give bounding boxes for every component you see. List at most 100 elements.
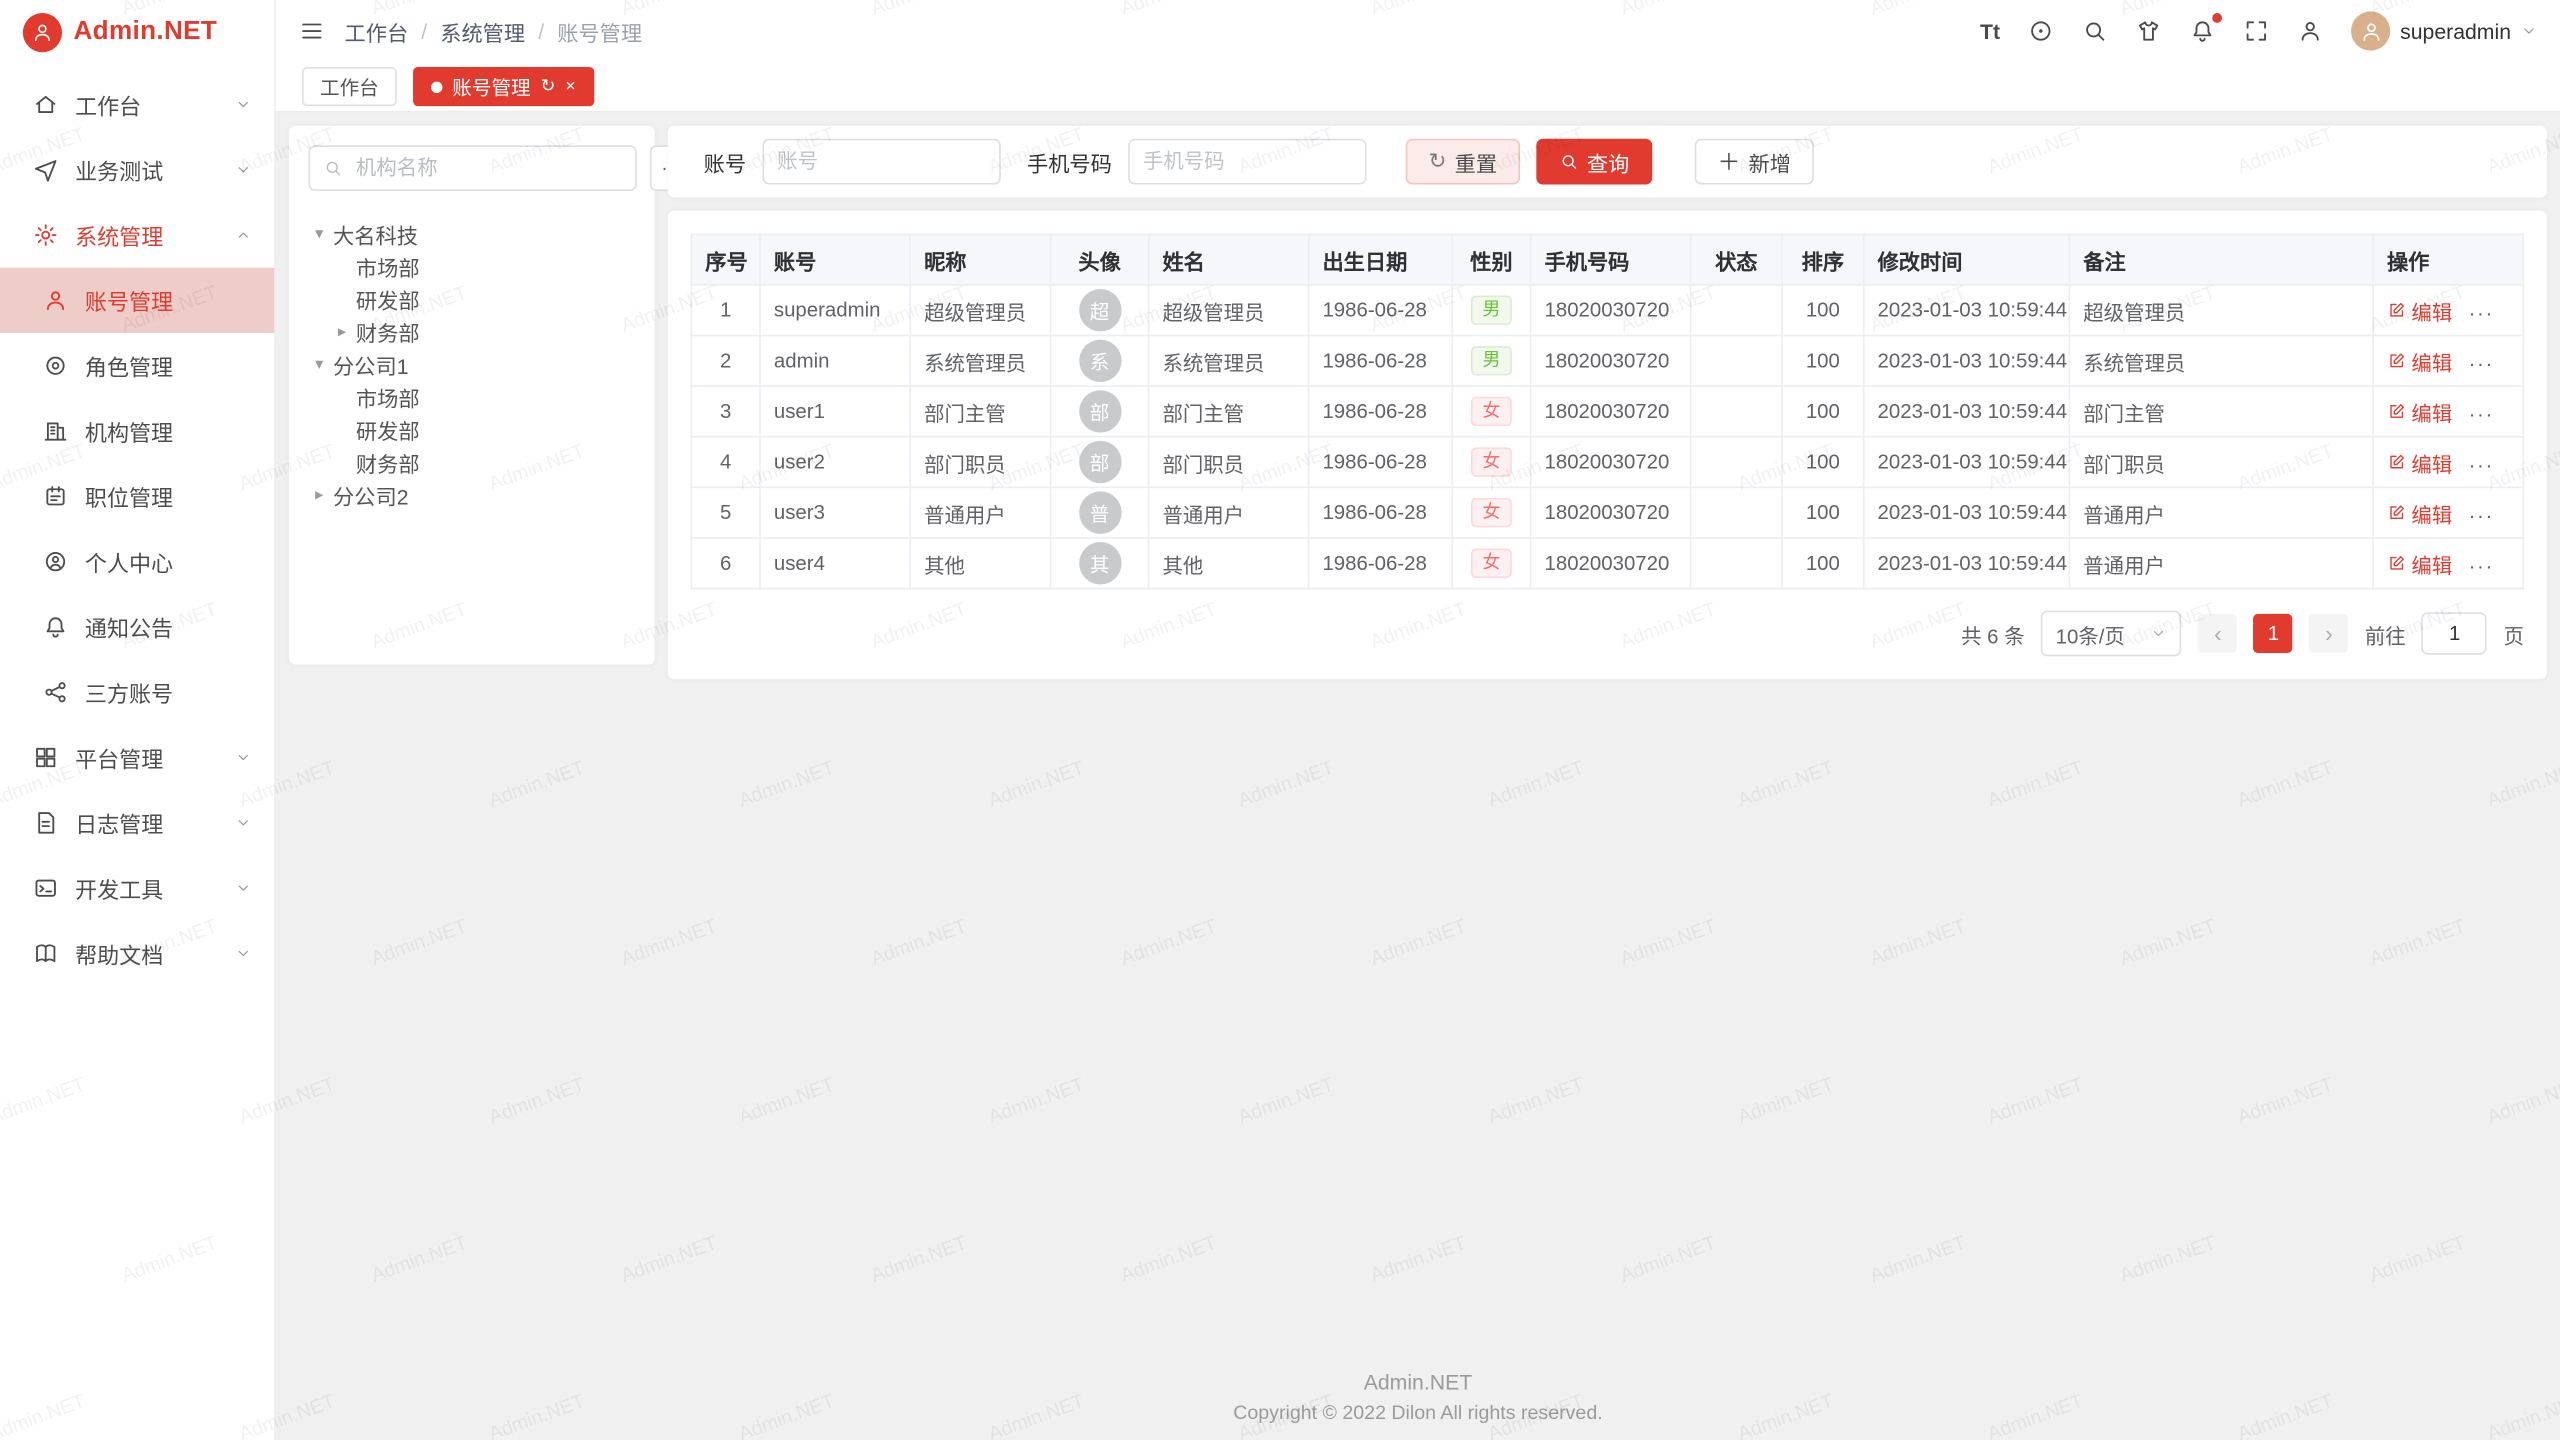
role-icon — [42, 353, 68, 379]
tab-workbench[interactable]: 工作台 — [302, 67, 397, 106]
building-icon — [42, 418, 68, 444]
tree-node[interactable]: 研发部 — [309, 413, 636, 446]
account-label: 账号 — [704, 146, 746, 177]
more-actions-button[interactable]: ··· — [2469, 353, 2494, 376]
cell-modified: 2023-01-03 10:59:44 — [1864, 336, 2070, 387]
tree-node[interactable]: 分公司1 — [309, 348, 636, 381]
cell-phone: 18020030720 — [1531, 487, 1691, 538]
more-actions-button[interactable]: ··· — [2469, 454, 2494, 477]
edit-button[interactable]: 编辑 — [2387, 396, 2452, 427]
tree-node[interactable]: 市场部 — [309, 250, 636, 283]
caret-down-icon[interactable] — [309, 224, 330, 242]
reset-button[interactable]: ↻ 重置 — [1406, 139, 1520, 185]
footer: Admin.NET Copyright © 2022 Dilon All rig… — [276, 1370, 2560, 1440]
goto-page-input[interactable] — [2422, 612, 2487, 654]
sidebar-item-system-management[interactable]: 系统管理 — [0, 202, 274, 267]
cell-remark: 普通用户 — [2069, 487, 2373, 538]
hamburger-icon[interactable] — [299, 18, 325, 44]
more-actions-button[interactable]: ··· — [2469, 504, 2494, 527]
account-table: 序号 账号 昵称 头像 姓名 出生日期 性别 手机号码 状态 排序 — [691, 233, 2524, 589]
breadcrumb: 工作台 / 系统管理 / 账号管理 — [344, 16, 642, 47]
sidebar-item-personal-center[interactable]: 个人中心 — [0, 529, 274, 594]
sidebar-item-workbench[interactable]: 工作台 — [0, 72, 274, 137]
sidebar-item-label: 通知公告 — [85, 611, 173, 644]
edit-button[interactable]: 编辑 — [2387, 345, 2452, 376]
search-icon — [323, 158, 343, 178]
sidebar-item-third-party-account[interactable]: 三方账号 — [0, 660, 274, 725]
cell-sort: 100 — [1782, 386, 1864, 437]
tree-node[interactable]: 财务部 — [309, 446, 636, 479]
avatar: 超 — [1078, 289, 1120, 331]
screen-adapt-icon[interactable] — [2028, 18, 2054, 44]
current-page-button[interactable]: 1 — [2254, 614, 2293, 653]
fullscreen-icon[interactable] — [2243, 18, 2269, 44]
theme-skin-icon[interactable] — [2136, 18, 2162, 44]
search-button[interactable]: 查询 — [1536, 139, 1652, 185]
breadcrumb-item-current: 账号管理 — [557, 16, 642, 47]
sidebar-item-role-management[interactable]: 角色管理 — [0, 333, 274, 398]
sidebar-item-log-management[interactable]: 日志管理 — [0, 790, 274, 855]
tree-node[interactable]: 市场部 — [309, 380, 636, 413]
cell-phone: 18020030720 — [1531, 538, 1691, 589]
table-row: 3 user1 部门主管 部 部门主管 1986-06-28 女 1802003… — [691, 386, 2523, 437]
tree-node[interactable]: 大名科技 — [309, 217, 636, 250]
tree-node-label: 市场部 — [356, 381, 420, 412]
search-label: 查询 — [1587, 146, 1629, 177]
chevron-down-icon — [235, 162, 251, 178]
more-actions-button[interactable]: ··· — [2469, 555, 2494, 578]
sidebar-item-label: 个人中心 — [85, 545, 173, 578]
edit-button[interactable]: 编辑 — [2387, 447, 2452, 478]
user-icon[interactable] — [2297, 18, 2323, 44]
add-button[interactable]: ＋ 新增 — [1695, 139, 1814, 185]
cell-name: 普通用户 — [1149, 487, 1309, 538]
user-menu[interactable]: superadmin — [2351, 11, 2537, 50]
breadcrumb-item[interactable]: 工作台 — [344, 16, 408, 47]
caret-down-icon[interactable] — [309, 355, 330, 373]
sidebar-item-notice[interactable]: 通知公告 — [0, 594, 274, 659]
search-icon[interactable] — [2082, 18, 2108, 44]
gender-tag: 男 — [1471, 296, 1512, 325]
next-page-button[interactable]: › — [2309, 614, 2348, 653]
tab-refresh-icon[interactable]: ↻ — [540, 78, 555, 96]
avatar: 部 — [1078, 390, 1120, 432]
tree-node[interactable]: 分公司2 — [309, 478, 636, 511]
page-size-select[interactable]: 10条/页 — [2041, 611, 2182, 657]
sidebar-item-org-management[interactable]: 机构管理 — [0, 398, 274, 463]
caret-right-icon[interactable] — [331, 322, 352, 340]
sidebar-item-help-docs[interactable]: 帮助文档 — [0, 921, 274, 986]
tab-label: 工作台 — [320, 73, 379, 101]
more-actions-button[interactable]: ··· — [2469, 403, 2494, 426]
org-search-input[interactable] — [353, 155, 622, 181]
plus-icon: ＋ — [1718, 150, 1741, 173]
account-table-panel: 序号 账号 昵称 头像 姓名 出生日期 性别 手机号码 状态 排序 — [668, 211, 2547, 680]
prev-page-button[interactable]: ‹ — [2198, 614, 2237, 653]
tab-account-management[interactable]: 账号管理 ↻ × — [413, 67, 594, 106]
notification-icon[interactable] — [2189, 18, 2215, 44]
tab-bar: 工作台 账号管理 ↻ × — [276, 62, 2560, 113]
page-size-value: 10条/页 — [2056, 618, 2125, 649]
edit-button[interactable]: 编辑 — [2387, 548, 2452, 579]
cell-birth: 1986-06-28 — [1309, 336, 1453, 387]
sidebar-item-account-management[interactable]: 账号管理 — [0, 268, 274, 333]
breadcrumb-separator: / — [538, 19, 544, 43]
edit-button[interactable]: 编辑 — [2387, 497, 2452, 528]
share-nodes-icon — [42, 679, 68, 705]
caret-right-icon[interactable] — [309, 486, 330, 504]
sidebar-item-position-management[interactable]: 职位管理 — [0, 464, 274, 529]
sidebar-item-platform-management[interactable]: 平台管理 — [0, 725, 274, 790]
sidebar-item-dev-tools[interactable]: 开发工具 — [0, 856, 274, 921]
breadcrumb-item[interactable]: 系统管理 — [440, 16, 525, 47]
account-input[interactable] — [762, 139, 1000, 185]
sidebar-item-business-test[interactable]: 业务测试 — [0, 137, 274, 202]
tab-close-icon[interactable]: × — [565, 78, 576, 96]
more-actions-button[interactable]: ··· — [2469, 302, 2494, 325]
tree-node[interactable]: 研发部 — [309, 282, 636, 315]
header-actions: Tt superadmin — [1980, 11, 2537, 50]
tree-node[interactable]: 财务部 — [309, 315, 636, 348]
phone-input[interactable] — [1128, 139, 1366, 185]
terminal-icon — [33, 875, 59, 901]
chevron-down-icon — [235, 945, 251, 961]
edit-button[interactable]: 编辑 — [2387, 295, 2452, 326]
chevron-down-icon — [2521, 23, 2537, 39]
font-size-icon[interactable]: Tt — [1980, 19, 2000, 43]
